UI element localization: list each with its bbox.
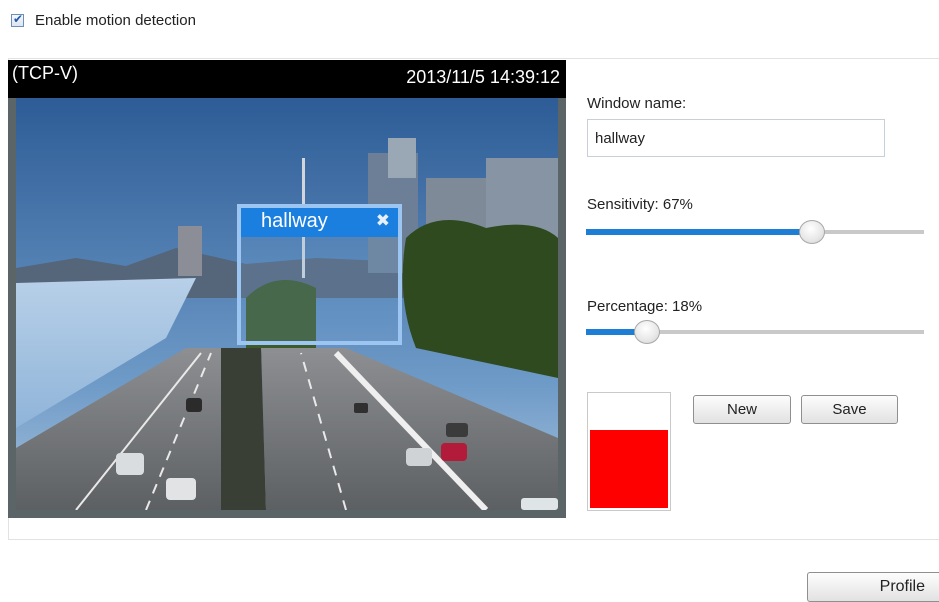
window-name-input[interactable] (587, 119, 885, 157)
enable-motion-detection-label[interactable]: Enable motion detection (35, 12, 196, 29)
sensitivity-slider[interactable] (586, 220, 924, 244)
motion-activity-level-bar (590, 430, 668, 508)
video-timestamp: 2013/11/5 14:39:12 (406, 67, 560, 87)
sensitivity-label: Sensitivity: 67% (587, 196, 693, 213)
save-button[interactable]: Save (801, 395, 898, 424)
new-window-button[interactable]: New (693, 395, 791, 424)
sensitivity-slider-thumb[interactable] (799, 220, 826, 244)
video-header: (TCP-V) 2013/11/5 14:39:12 (8, 60, 566, 98)
motion-window-title-bar[interactable]: hallway ✖ (241, 208, 398, 237)
enable-motion-detection-row: ✔ Enable motion detection (11, 12, 196, 29)
window-name-label: Window name: (587, 95, 687, 112)
close-icon[interactable]: ✖ (376, 211, 390, 231)
motion-window-area[interactable] (241, 237, 398, 341)
percentage-slider[interactable] (586, 320, 924, 344)
stream-protocol: (TCP-V) (12, 63, 78, 83)
motion-detection-window[interactable]: hallway ✖ (237, 204, 402, 345)
profile-button[interactable]: Profile (807, 572, 939, 602)
percentage-slider-thumb[interactable] (633, 320, 660, 344)
checkmark-icon: ✔ (13, 12, 24, 26)
enable-motion-detection-checkbox[interactable]: ✔ (11, 12, 24, 27)
motion-activity-meter (587, 392, 671, 511)
percentage-label: Percentage: 18% (587, 298, 703, 315)
sensitivity-slider-fill (586, 229, 813, 235)
motion-window-name: hallway (261, 210, 328, 232)
